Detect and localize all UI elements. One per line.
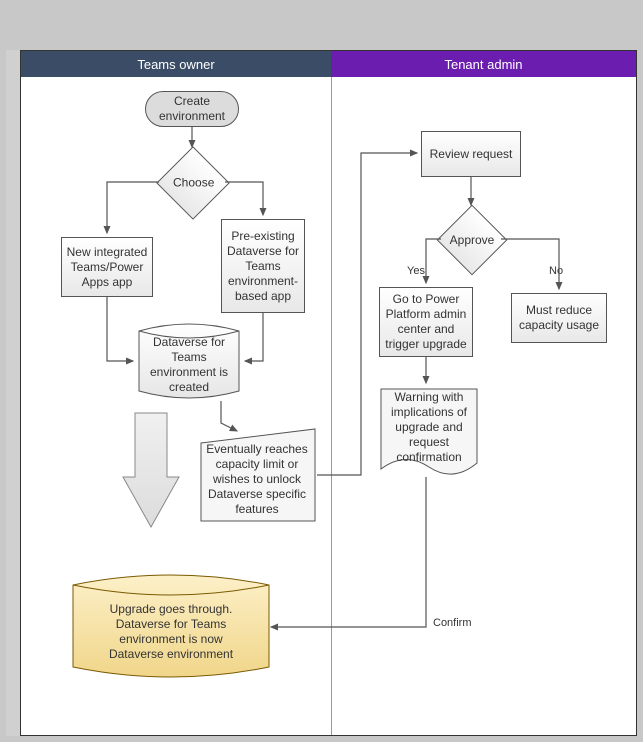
document-warning — [379, 387, 479, 479]
data-store-upgrade-complete — [71, 571, 271, 681]
manual-input-capacity — [199, 427, 317, 523]
process-new-integrated: New integrated Teams/Power Apps app — [61, 237, 153, 297]
label-review-request: Review request — [430, 147, 513, 162]
label-approve: Approve — [448, 233, 496, 247]
branch-no: No — [549, 265, 563, 277]
label-reduce-capacity: Must reduce capacity usage — [514, 303, 604, 333]
label-choose: Choose — [169, 175, 219, 189]
process-reduce-capacity: Must reduce capacity usage — [511, 293, 607, 343]
flowchart-canvas: Teams owner Tenant admin Create environm… — [20, 50, 637, 736]
lane-header-tenant-admin: Tenant admin — [331, 51, 636, 77]
decision-approve: Approve — [437, 205, 508, 276]
lane-header-teams-owner: Teams owner — [21, 51, 331, 77]
lane-divider — [331, 77, 332, 735]
decision-choose: Choose — [156, 146, 230, 220]
label-confirm: Confirm — [433, 617, 472, 629]
label-create-environment: Create environment — [148, 94, 236, 124]
block-arrow-down — [121, 411, 181, 531]
terminator-create-environment: Create environment — [145, 91, 239, 127]
diagram-page: Teams owner Tenant admin Create environm… — [0, 0, 643, 742]
process-goto-admin: Go to Power Platform admin center and tr… — [379, 287, 473, 357]
label-preexisting: Pre-existing Dataverse for Teams environ… — [224, 229, 302, 304]
left-gutter — [6, 50, 20, 736]
branch-yes: Yes — [407, 265, 425, 277]
lane-title-owner: Teams owner — [137, 57, 214, 72]
process-review-request: Review request — [421, 131, 521, 177]
label-new-integrated: New integrated Teams/Power Apps app — [64, 245, 150, 290]
process-preexisting: Pre-existing Dataverse for Teams environ… — [221, 219, 305, 313]
data-store-dataverse-created — [137, 321, 241, 401]
lane-title-admin: Tenant admin — [444, 57, 522, 72]
label-goto-admin: Go to Power Platform admin center and tr… — [382, 292, 470, 352]
